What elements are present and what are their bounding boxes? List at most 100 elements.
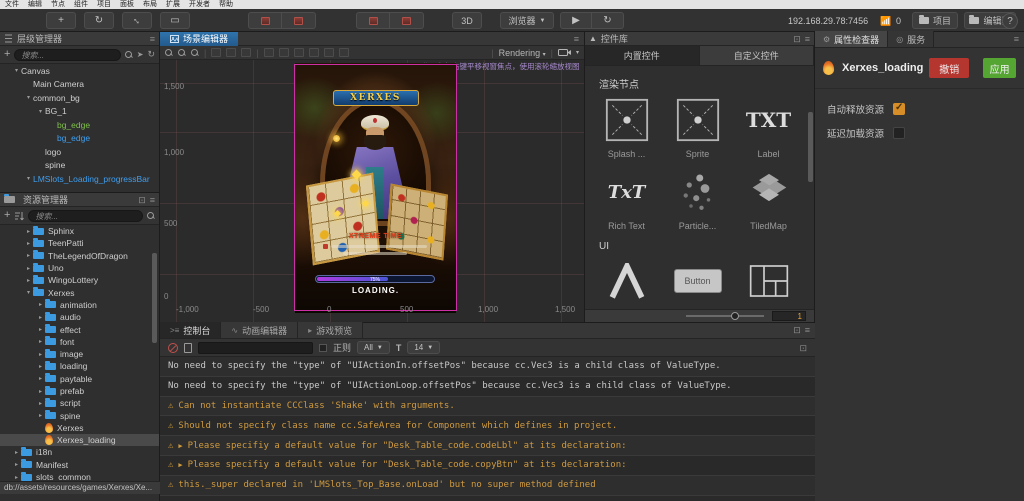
menu-component[interactable]: 组件 (74, 0, 88, 9)
expand-icon[interactable]: ▶ (178, 442, 182, 450)
widget-zoom-slider[interactable] (686, 315, 764, 317)
refresh-button[interactable]: ↻ (592, 12, 624, 29)
camera-icon[interactable] (558, 48, 571, 57)
align-right-icon[interactable] (294, 48, 304, 57)
open-log-file-icon[interactable] (184, 343, 192, 353)
pivot-anchor-button[interactable] (282, 12, 316, 29)
tree-node[interactable]: bg_edge (0, 118, 159, 132)
tree-node[interactable]: logo (0, 145, 159, 159)
popout-icon[interactable]: ⊡ (138, 195, 146, 205)
asset-row[interactable]: ▸audio (0, 311, 159, 323)
play-button[interactable]: ▶ (560, 12, 592, 29)
align-hcenter-icon[interactable] (279, 48, 289, 57)
auto-release-checkbox[interactable] (893, 103, 905, 115)
font-size-dropdown[interactable]: 14▼ (407, 341, 440, 354)
panel-menu-icon[interactable]: ≡ (150, 195, 155, 205)
zoom-reset-icon[interactable] (191, 49, 199, 57)
log-row-warning[interactable]: ⚠▶Please specifiy a default value for "D… (160, 436, 815, 456)
tab-builtin-widgets[interactable]: 内置控件 (585, 46, 700, 65)
refresh-icon[interactable]: ↻ (147, 49, 155, 60)
panel-menu-icon[interactable]: ≡ (1014, 34, 1019, 44)
menu-panel[interactable]: 面板 (120, 0, 134, 9)
widgets-scrollbar[interactable] (808, 112, 813, 182)
log-row-warning[interactable]: ⚠▶Please specifiy a default value for "D… (160, 456, 815, 476)
tree-node[interactable]: ▾BG_1 (0, 105, 159, 119)
coord-local-button[interactable] (356, 12, 390, 29)
zoom-out-icon[interactable] (178, 49, 186, 57)
tab-services[interactable]: ◎ 服务 (888, 31, 934, 47)
widget-richtext[interactable]: TxT Rich Text (591, 169, 662, 231)
chevron-down-icon[interactable]: ▾ (576, 49, 579, 56)
zoom-in-icon[interactable] (165, 49, 173, 57)
asset-row[interactable]: ▸animation (0, 299, 159, 311)
panel-menu-icon[interactable]: ≡ (150, 34, 155, 44)
sort-icon[interactable] (14, 211, 24, 221)
menu-edit[interactable]: 编辑 (28, 0, 42, 9)
tab-animation-editor[interactable]: ∿ 动画编辑器 (221, 322, 298, 338)
asset-row[interactable]: ▾Xerxes (0, 286, 159, 298)
help-button[interactable]: ? (1002, 13, 1018, 29)
revert-button[interactable]: 撤销 (929, 58, 969, 78)
assets-scrollbar[interactable] (152, 253, 157, 343)
tree-node[interactable]: ▾common_bg (0, 91, 159, 105)
tab-custom-widgets[interactable]: 自定义控件 (700, 46, 815, 65)
hierarchy-search-input[interactable]: 搜索... (14, 49, 120, 61)
widget-sprite[interactable]: Sprite (662, 97, 733, 159)
log-level-dropdown[interactable]: All▼ (357, 341, 390, 354)
menu-node[interactable]: 节点 (51, 0, 65, 9)
rendering-dropdown[interactable]: Rendering ▾ (499, 48, 546, 58)
collapse-icon[interactable]: ⊡ (799, 343, 807, 353)
asset-row[interactable]: ▸image (0, 348, 159, 360)
asset-row[interactable]: Xerxes (0, 422, 159, 434)
widget-button[interactable]: Button (662, 258, 733, 304)
asset-row[interactable]: ▸TeenPatti (0, 237, 159, 249)
search-icon[interactable] (147, 212, 155, 220)
panel-menu-icon[interactable]: ≡ (805, 34, 810, 44)
menu-file[interactable]: 文件 (5, 0, 19, 9)
panel-menu-icon[interactable]: ≡ (805, 325, 810, 335)
expand-icon[interactable]: ▶ (178, 461, 182, 469)
asset-row[interactable]: ▸paytable (0, 373, 159, 385)
create-asset-button[interactable]: + (4, 210, 10, 221)
distribute-size-icon[interactable] (339, 48, 349, 57)
widget-splash[interactable]: Splash ... (591, 97, 662, 159)
asset-row[interactable]: ▸spine (0, 409, 159, 421)
tree-node[interactable]: ▾Canvas (0, 64, 159, 78)
asset-row[interactable]: ▸prefab (0, 385, 159, 397)
async-load-checkbox[interactable] (893, 127, 905, 139)
console-filter-input[interactable] (198, 342, 313, 354)
distribute-h-icon[interactable] (309, 48, 319, 57)
rotate-tool-button[interactable]: ↻ (84, 12, 114, 29)
preview-target-dropdown[interactable]: 浏览器▼ (500, 12, 554, 29)
widget-mask[interactable] (591, 258, 662, 304)
regex-checkbox[interactable] (319, 344, 327, 352)
widget-zoom-value[interactable]: 1 (772, 311, 806, 321)
asset-row[interactable]: ▸script (0, 397, 159, 409)
slider-thumb[interactable] (731, 312, 739, 320)
menu-developer[interactable]: 开发者 (189, 0, 210, 9)
widget-tiledmap[interactable]: TiledMap (733, 169, 804, 231)
apply-button[interactable]: 应用 (983, 58, 1016, 78)
widget-label[interactable]: TXT Label (733, 97, 804, 159)
tab-scene-editor[interactable]: 场景编辑器 (160, 32, 238, 46)
menu-layout[interactable]: 布局 (143, 0, 157, 9)
menu-extension[interactable]: 扩展 (166, 0, 180, 9)
asset-row[interactable]: ▸Uno (0, 262, 159, 274)
tab-console[interactable]: >≡ 控制台 (160, 322, 221, 338)
move-tool-button[interactable]: + (46, 12, 76, 29)
tree-node[interactable]: bg_edge (0, 132, 159, 146)
tree-node[interactable]: Main Camera (0, 78, 159, 92)
asset-row-selected[interactable]: Xerxes_loading (0, 434, 159, 446)
tree-node[interactable]: spine (0, 159, 159, 173)
panel-menu-icon[interactable]: ≡ (574, 34, 579, 44)
distribute-v-icon[interactable] (324, 48, 334, 57)
tree-node[interactable]: ▾LMSlots_Loading_progressBar (0, 172, 159, 186)
rect-tool-button[interactable]: ▭ (160, 12, 190, 29)
assets-search-input[interactable]: 搜索... (28, 210, 143, 222)
search-icon[interactable] (125, 51, 133, 59)
asset-row[interactable]: ▸WingoLottery (0, 274, 159, 286)
widget-layout[interactable] (733, 258, 804, 304)
scene-viewport[interactable]: 使用鼠标右键平移视窗焦点，使用滚轮缩放视图 XERXES XTREME TIME (160, 60, 584, 322)
scale-tool-button[interactable]: ↔ (122, 12, 152, 29)
align-top-icon[interactable] (211, 48, 221, 57)
